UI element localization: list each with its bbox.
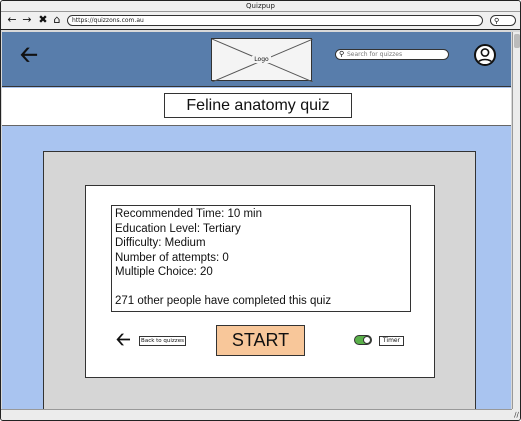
- timer-toggle[interactable]: [354, 335, 372, 345]
- user-avatar-icon[interactable]: [474, 44, 496, 66]
- search-icon: ⚲: [494, 17, 500, 25]
- difficulty: Difficulty: Medium: [115, 237, 206, 249]
- browser-toolbar: ← → ✖ ⌂ https://quizzons.com.au ⚲: [1, 12, 520, 30]
- user-silhouette-icon: [476, 48, 494, 64]
- browser-window: Quizpup ← → ✖ ⌂ https://quizzons.com.au …: [0, 0, 521, 421]
- timer-label: Timer: [379, 336, 404, 346]
- quiz-search-input[interactable]: ⚲ Search for quizzes: [335, 49, 449, 60]
- logo-text: Logo: [252, 56, 271, 63]
- back-arrow-icon: 🡠: [116, 329, 131, 350]
- window-title: Quizpup: [1, 1, 520, 12]
- horizontal-scrollbar[interactable]: [1, 409, 512, 420]
- completed-count: 271 other people have completed this qui…: [115, 295, 332, 307]
- logo-placeholder: Logo: [211, 38, 313, 82]
- quiz-card: Recommended Time: 10 min Education Level…: [85, 185, 435, 378]
- page-content: 🡠 Logo ⚲ Search for quizzes Feline anato…: [2, 32, 511, 409]
- url-bar[interactable]: https://quizzons.com.au: [67, 15, 483, 26]
- browser-home-icon[interactable]: ⌂: [51, 14, 63, 26]
- quiz-title: Feline anatomy quiz: [164, 93, 352, 118]
- recommended-time: Recommended Time: 10 min: [115, 208, 263, 220]
- scrollbar-thumb[interactable]: [514, 34, 520, 48]
- vertical-scrollbar[interactable]: [512, 32, 520, 409]
- browser-back-icon[interactable]: ←: [6, 14, 18, 26]
- title-strip: Feline anatomy quiz: [2, 88, 511, 126]
- browser-close-icon[interactable]: ✖: [37, 14, 49, 26]
- browser-search-field[interactable]: ⚲: [490, 15, 516, 26]
- search-placeholder: Search for quizzes: [347, 51, 403, 58]
- quiz-details-box: Recommended Time: 10 min Education Level…: [111, 205, 411, 312]
- search-icon: ⚲: [339, 50, 345, 58]
- browser-forward-icon[interactable]: →: [21, 14, 33, 26]
- quiz-panel: Recommended Time: 10 min Education Level…: [43, 151, 476, 409]
- attempts-count: Number of attempts: 0: [115, 251, 229, 264]
- site-header: 🡠 Logo ⚲ Search for quizzes: [2, 32, 511, 87]
- back-arrow-icon[interactable]: 🡠: [20, 44, 38, 68]
- start-button[interactable]: START: [216, 325, 305, 356]
- education-level: Education Level: Tertiary: [115, 222, 241, 235]
- multiple-choice-count: Multiple Choice: 20: [115, 266, 213, 278]
- toggle-knob: [363, 336, 371, 344]
- resize-grip-icon[interactable]: ∕∕: [512, 409, 520, 420]
- back-to-quizzes-label[interactable]: Back to quizzes: [139, 336, 186, 346]
